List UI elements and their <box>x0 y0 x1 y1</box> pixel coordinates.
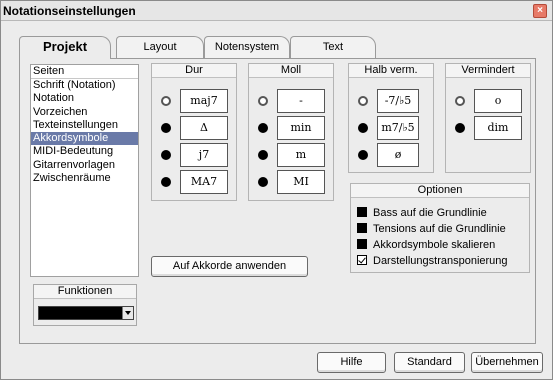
dur-option-row: MA7 <box>152 170 236 194</box>
moll-option-row: - <box>249 89 333 113</box>
radio-dur-1[interactable] <box>161 123 171 133</box>
halb-option-row: ø <box>349 143 433 167</box>
symbol-verm-0: o <box>474 89 522 113</box>
checkbox-transpose[interactable] <box>357 255 367 265</box>
tab-layout[interactable]: Layout <box>116 36 204 58</box>
symbol-moll-3: MI <box>277 170 325 194</box>
radio-moll-2[interactable] <box>258 150 268 160</box>
apply-to-chords-button[interactable]: Auf Akkorde anwenden <box>151 256 308 277</box>
option-scale-label: Akkordsymbole skalieren <box>373 239 496 251</box>
dur-option-row: Δ <box>152 116 236 140</box>
option-tensions-label: Tensions auf die Grundlinie <box>373 223 506 235</box>
radio-moll-3[interactable] <box>258 177 268 187</box>
list-item-midi-bedeutung[interactable]: MIDI-Bedeutung <box>31 145 138 158</box>
list-item-texteinstellungen[interactable]: Texteinstellungen <box>31 119 138 132</box>
symbol-dur-3: MA7 <box>180 170 228 194</box>
option-transpose[interactable]: Darstellungstransponierung <box>357 254 508 268</box>
symbol-verm-1: dim <box>474 116 522 140</box>
list-item-notation[interactable]: Notation <box>31 92 138 105</box>
group-halb-vermindert: Halb verm. -7/♭5 m7/♭5 ø <box>348 63 434 173</box>
option-bass[interactable]: Bass auf die Grundlinie <box>357 206 487 220</box>
checkbox-scale[interactable] <box>357 239 367 249</box>
tab-text[interactable]: Text <box>290 36 376 58</box>
symbol-dur-0: maj7 <box>180 89 228 113</box>
radio-moll-0[interactable] <box>258 96 268 106</box>
symbol-halb-1: m7/♭5 <box>377 116 419 140</box>
halb-option-row: m7/♭5 <box>349 116 433 140</box>
symbol-halb-0: -7/♭5 <box>377 89 419 113</box>
chevron-down-icon[interactable] <box>122 307 133 319</box>
tab-projekt[interactable]: Projekt <box>19 36 111 59</box>
option-transpose-label: Darstellungstransponierung <box>373 255 508 267</box>
options-box: Optionen Bass auf die Grundlinie Tension… <box>350 183 530 273</box>
halb-option-row: -7/♭5 <box>349 89 433 113</box>
group-vermindert: Vermindert o dim <box>445 63 531 173</box>
dur-option-row: maj7 <box>152 89 236 113</box>
standard-button[interactable]: Standard <box>394 352 465 373</box>
checkbox-tensions[interactable] <box>357 223 367 233</box>
pages-list-header: Seiten <box>31 65 138 79</box>
list-item-schrift[interactable]: Schrift (Notation) <box>31 79 138 92</box>
radio-halb-1[interactable] <box>358 123 368 133</box>
moll-option-row: min <box>249 116 333 140</box>
apply-button[interactable]: Übernehmen <box>471 352 543 373</box>
list-item-akkordsymbole[interactable]: Akkordsymbole <box>31 132 138 146</box>
group-dur: Dur maj7 Δ j7 MA7 <box>151 63 237 201</box>
list-item-zwischenraeume[interactable]: Zwischenräume <box>31 172 138 185</box>
symbol-moll-0: - <box>277 89 325 113</box>
group-dur-title: Dur <box>152 64 236 78</box>
radio-halb-0[interactable] <box>358 96 368 106</box>
verm-option-row: o <box>446 89 530 113</box>
list-item-vorzeichen[interactable]: Vorzeichen <box>31 106 138 119</box>
settings-window: Notationseinstellungen × Projekt Layout … <box>0 0 553 380</box>
option-scale[interactable]: Akkordsymbole skalieren <box>357 238 495 252</box>
group-moll: Moll - min m MI <box>248 63 334 201</box>
tab-notensystem[interactable]: Notensystem <box>204 36 290 58</box>
moll-option-row: MI <box>249 170 333 194</box>
group-moll-title: Moll <box>249 64 333 78</box>
option-bass-label: Bass auf die Grundlinie <box>373 207 487 219</box>
window-title: Notationseinstellungen <box>3 4 136 18</box>
symbol-moll-1: min <box>277 116 325 140</box>
moll-option-row: m <box>249 143 333 167</box>
functions-box: Funktionen <box>33 284 137 326</box>
options-title: Optionen <box>351 184 529 198</box>
group-verm-title: Vermindert <box>446 64 530 78</box>
functions-dropdown[interactable] <box>38 306 134 320</box>
radio-dur-2[interactable] <box>161 150 171 160</box>
dur-option-row: j7 <box>152 143 236 167</box>
title-bar: Notationseinstellungen × <box>1 1 552 21</box>
option-tensions[interactable]: Tensions auf die Grundlinie <box>357 222 506 236</box>
checkbox-bass[interactable] <box>357 207 367 217</box>
tab-panel: Seiten Schrift (Notation) Notation Vorze… <box>19 58 536 344</box>
help-button[interactable]: Hilfe <box>317 352 386 373</box>
list-item-gitarrenvorlagen[interactable]: Gitarrenvorlagen <box>31 159 138 172</box>
symbol-halb-2: ø <box>377 143 419 167</box>
radio-verm-1[interactable] <box>455 123 465 133</box>
radio-dur-0[interactable] <box>161 96 171 106</box>
pages-list[interactable]: Seiten Schrift (Notation) Notation Vorze… <box>30 64 139 277</box>
symbol-dur-1: Δ <box>180 116 228 140</box>
verm-option-row: dim <box>446 116 530 140</box>
radio-verm-0[interactable] <box>455 96 465 106</box>
radio-dur-3[interactable] <box>161 177 171 187</box>
close-icon[interactable]: × <box>533 4 547 18</box>
symbol-moll-2: m <box>277 143 325 167</box>
group-halb-title: Halb verm. <box>349 64 433 78</box>
radio-moll-1[interactable] <box>258 123 268 133</box>
symbol-dur-2: j7 <box>180 143 228 167</box>
functions-title: Funktionen <box>34 285 136 299</box>
radio-halb-2[interactable] <box>358 150 368 160</box>
